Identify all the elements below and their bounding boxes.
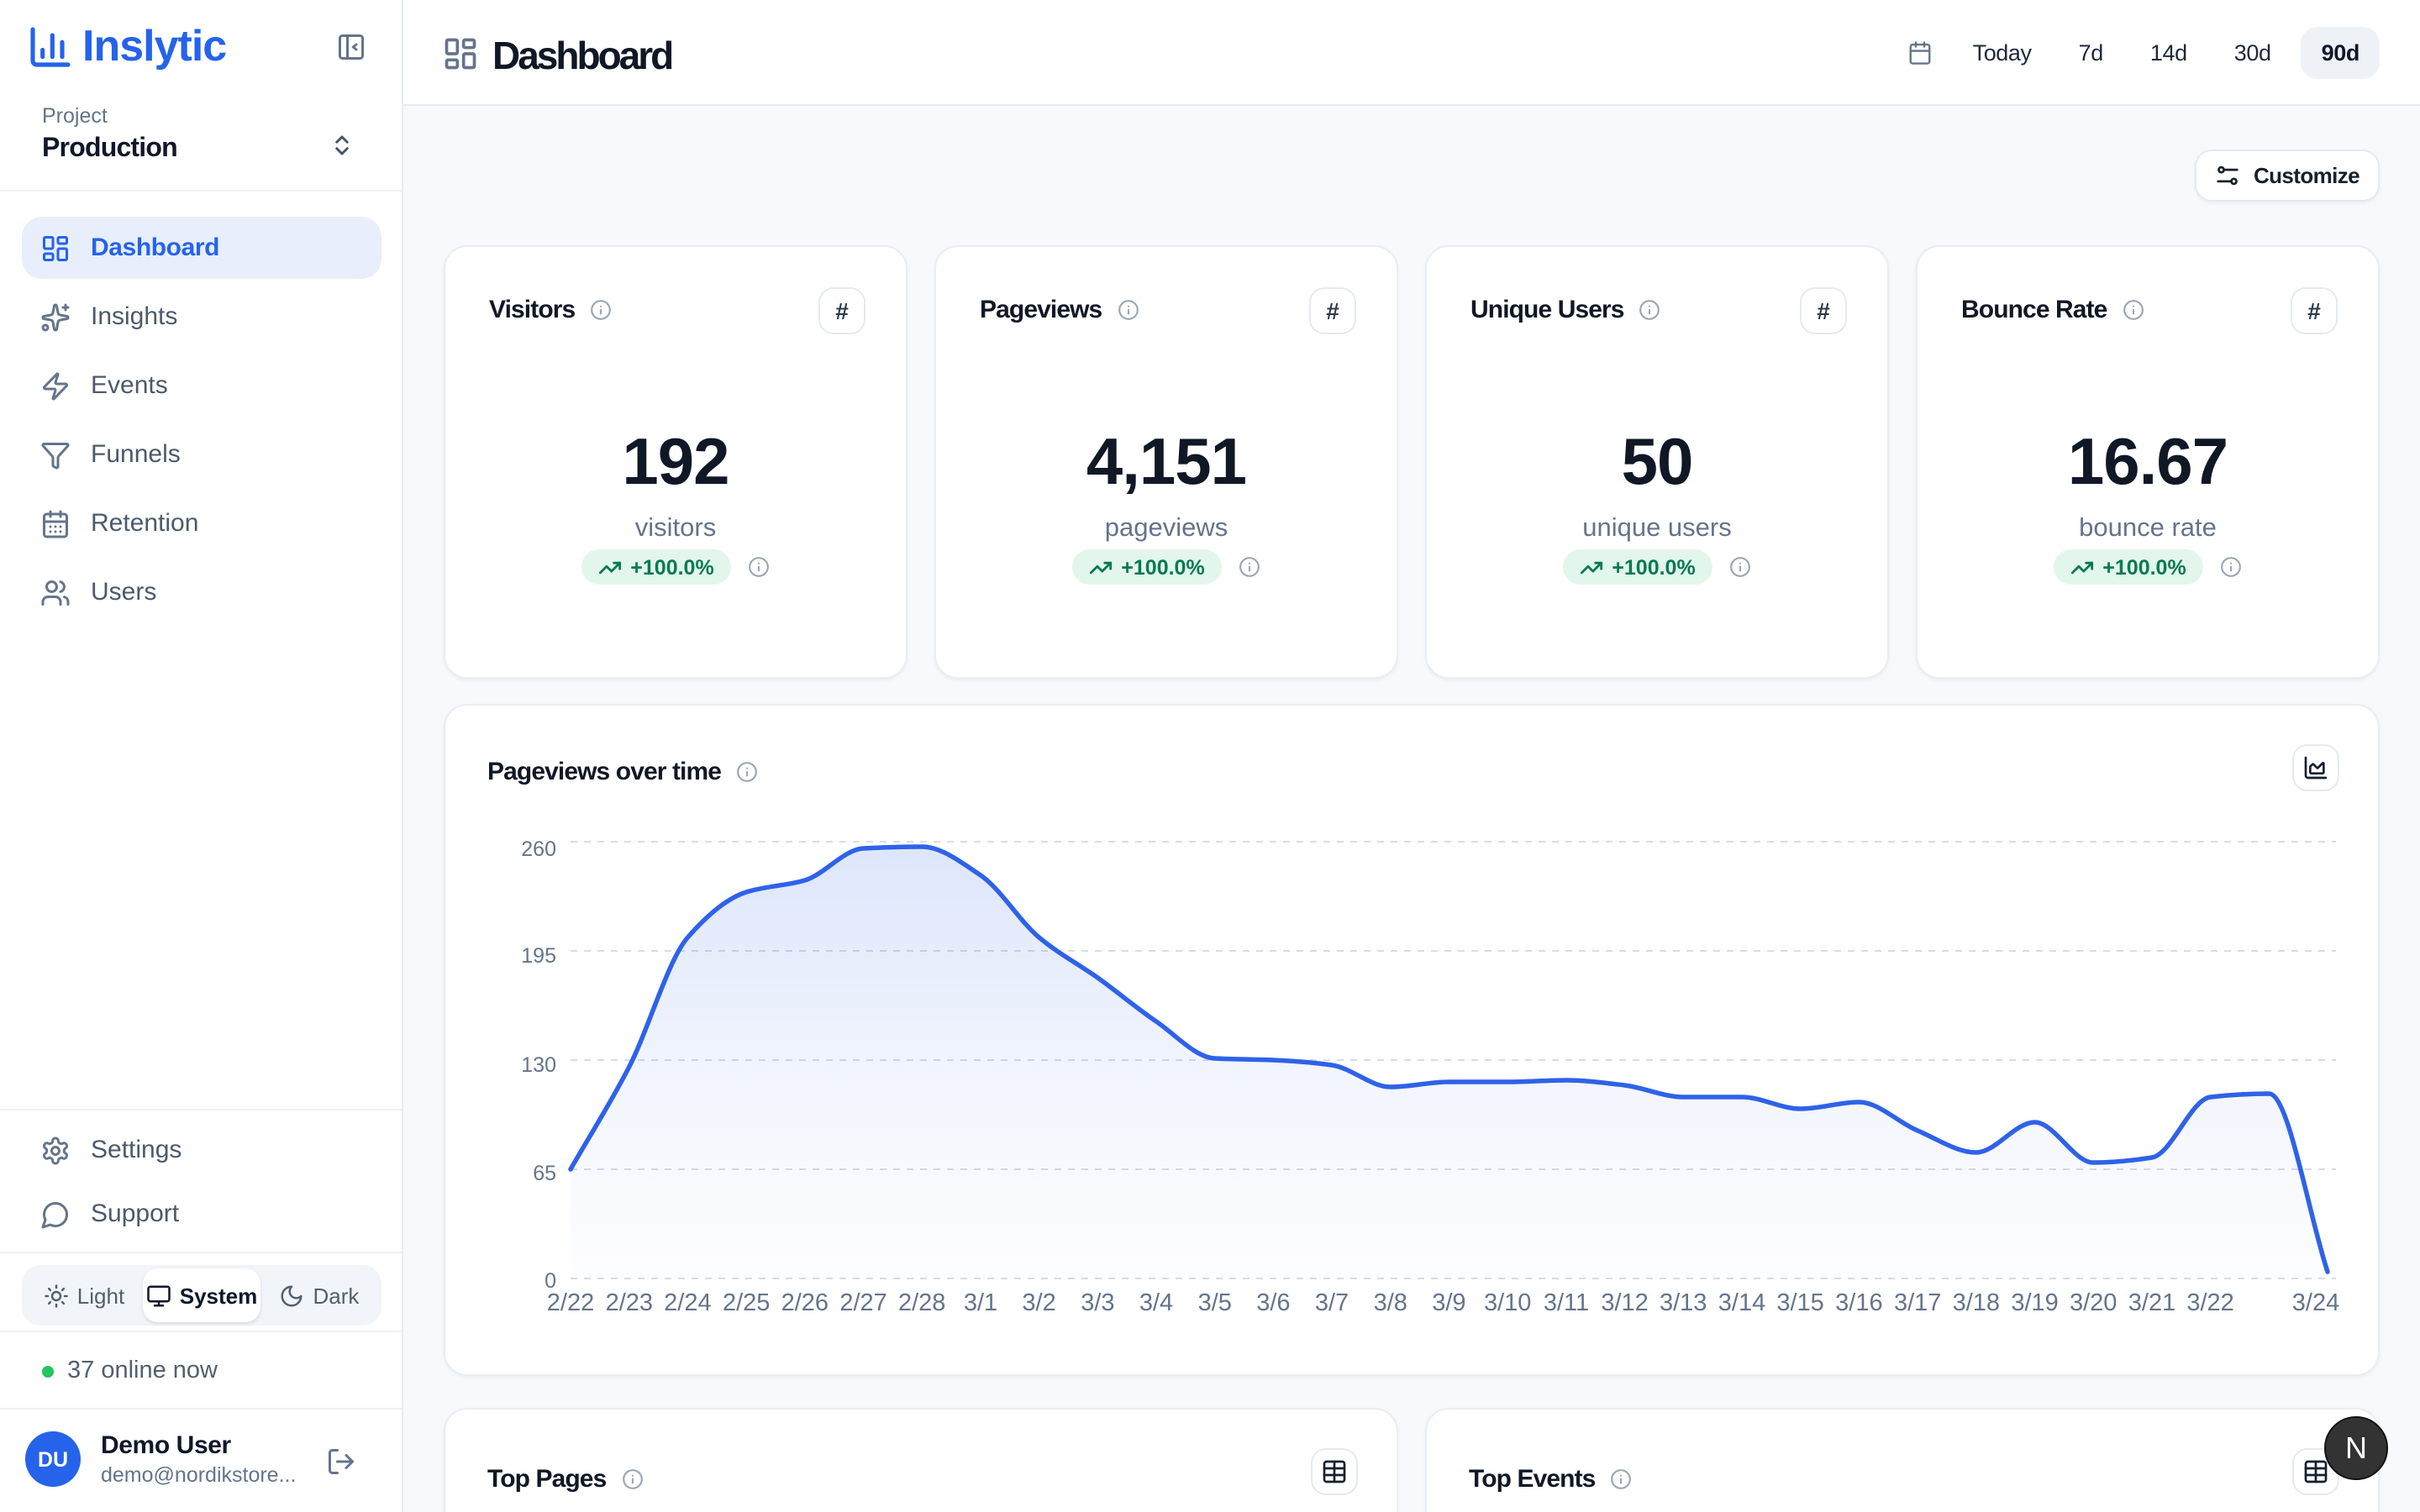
svg-text:3/10: 3/10 <box>1484 1289 1531 1316</box>
svg-text:3/5: 3/5 <box>1198 1289 1232 1316</box>
svg-text:2/24: 2/24 <box>664 1289 711 1316</box>
svg-text:3/3: 3/3 <box>1081 1289 1114 1316</box>
svg-text:3/20: 3/20 <box>2070 1289 2117 1316</box>
svg-text:130: 130 <box>521 1053 556 1077</box>
svg-text:3/4: 3/4 <box>1139 1289 1173 1316</box>
svg-text:3/13: 3/13 <box>1660 1289 1707 1316</box>
svg-text:3/16: 3/16 <box>1835 1289 1882 1316</box>
svg-text:3/17: 3/17 <box>1894 1289 1941 1316</box>
svg-text:3/24: 3/24 <box>2292 1289 2339 1316</box>
svg-text:2/28: 2/28 <box>898 1289 945 1316</box>
svg-text:3/7: 3/7 <box>1315 1289 1349 1316</box>
svg-text:260: 260 <box>521 837 556 861</box>
svg-text:2/26: 2/26 <box>781 1289 829 1316</box>
svg-text:3/22: 3/22 <box>2186 1289 2233 1316</box>
svg-text:2/25: 2/25 <box>723 1289 770 1316</box>
svg-text:2/23: 2/23 <box>606 1289 653 1316</box>
svg-text:65: 65 <box>533 1162 556 1185</box>
svg-text:3/6: 3/6 <box>1256 1289 1290 1316</box>
svg-text:3/19: 3/19 <box>2011 1289 2058 1316</box>
svg-text:3/1: 3/1 <box>964 1289 997 1316</box>
svg-text:2/27: 2/27 <box>839 1289 886 1316</box>
svg-text:3/9: 3/9 <box>1432 1289 1465 1316</box>
svg-text:2/22: 2/22 <box>547 1289 594 1316</box>
svg-text:195: 195 <box>521 944 556 968</box>
svg-text:3/11: 3/11 <box>1544 1289 1589 1316</box>
svg-text:3/15: 3/15 <box>1776 1289 1823 1316</box>
svg-text:3/8: 3/8 <box>1374 1289 1407 1316</box>
svg-text:3/14: 3/14 <box>1718 1289 1765 1316</box>
svg-text:3/21: 3/21 <box>2128 1289 2175 1316</box>
svg-text:3/2: 3/2 <box>1022 1289 1055 1316</box>
svg-text:3/12: 3/12 <box>1601 1289 1648 1316</box>
svg-text:3/18: 3/18 <box>1953 1289 2000 1316</box>
